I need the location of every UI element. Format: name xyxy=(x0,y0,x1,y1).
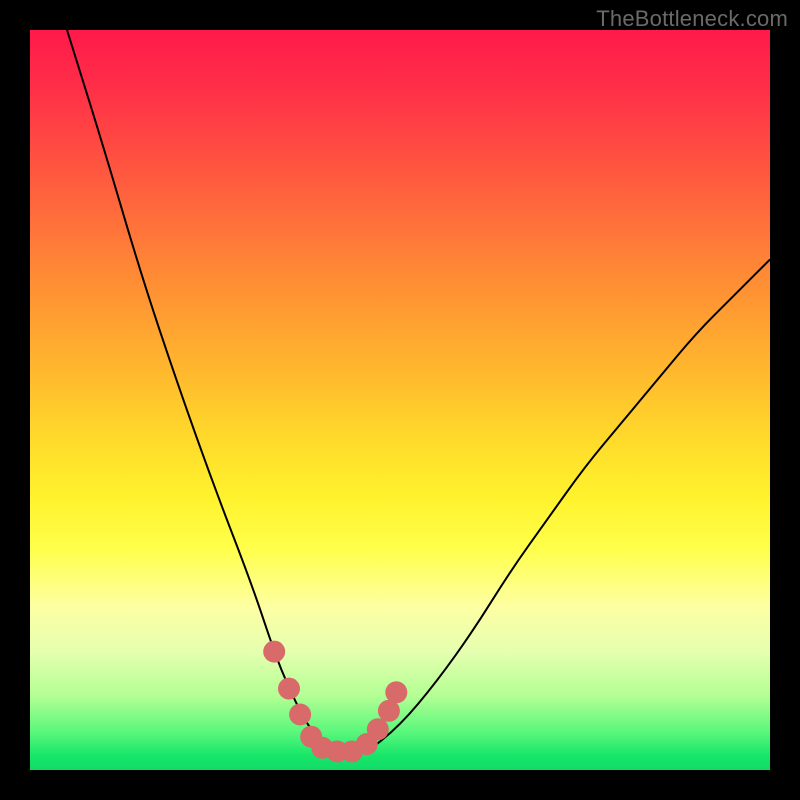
curve-marker xyxy=(263,641,285,663)
curve-svg xyxy=(30,30,770,770)
chart-frame: TheBottleneck.com xyxy=(0,0,800,800)
watermark-text: TheBottleneck.com xyxy=(596,6,788,32)
curve-markers xyxy=(263,641,407,763)
bottleneck-curve xyxy=(67,30,770,755)
curve-marker xyxy=(278,678,300,700)
curve-marker xyxy=(385,681,407,703)
curve-marker xyxy=(367,718,389,740)
curve-marker xyxy=(289,704,311,726)
plot-area xyxy=(30,30,770,770)
